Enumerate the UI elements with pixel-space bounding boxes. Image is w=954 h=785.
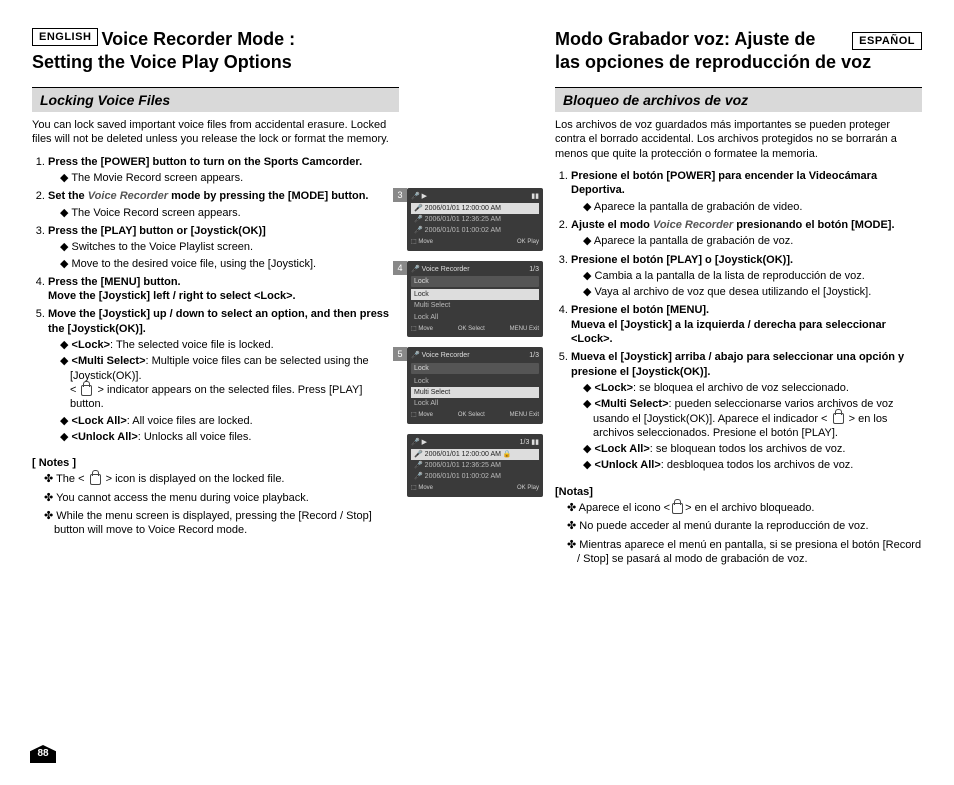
file-row: 🎤 2006/01/01 12:00:00 AM — [411, 203, 539, 214]
header-es: ESPAÑOL Modo Grabador voz: Ajuste de las… — [555, 28, 922, 73]
step3-en: Press the [PLAY] button or [Joystick(OK)… — [48, 225, 266, 237]
lang-badge-en: ENGLISH — [32, 28, 98, 46]
step1-es: Presione el botón [POWER] para encender … — [571, 170, 877, 196]
step5-es: Mueva el [Joystick] arriba / abajo para … — [571, 351, 904, 377]
step3b-en: Move to the desired voice file, using th… — [60, 257, 399, 271]
screen-3: 3 🎤 ▶▮▮ 🎤 2006/01/01 12:00:00 AM 🎤 2006/… — [407, 188, 543, 251]
menu-category: Lock — [411, 276, 539, 287]
step5c-es: <Lock All>: se bloquean todos los archiv… — [583, 442, 922, 456]
file-row: 🎤 2006/01/01 12:36:25 AM — [411, 214, 539, 225]
intro-es: Los archivos de voz guardados más import… — [555, 118, 922, 161]
lock-icon — [81, 385, 92, 396]
menu-option: Lock — [411, 289, 539, 300]
step2-es: Ajuste el modo Voice Recorder presionand… — [571, 219, 895, 231]
note3-en: While the menu screen is displayed, pres… — [44, 509, 399, 538]
note3-es: Mientras aparece el menú en pantalla, si… — [567, 538, 922, 567]
notes-heading-es: [Notas] — [555, 485, 922, 499]
screen-tag-3: 3 — [393, 188, 407, 202]
header-en: ENGLISH Voice Recorder Mode : Setting th… — [32, 28, 399, 73]
screen-tag-5: 5 — [393, 347, 407, 361]
step5a-en: <Lock>: The selected voice file is locke… — [60, 338, 399, 352]
step2a-es: Aparece la pantalla de grabación de voz. — [583, 234, 922, 248]
step2a-en: The Voice Record screen appears. — [60, 206, 399, 220]
lock-icon — [672, 503, 683, 514]
step5b-es: <Multi Select>: pueden seleccionarse var… — [583, 397, 922, 440]
note1-es: Aparece el icono <> en el archivo bloque… — [567, 501, 922, 515]
screenshots-column: 3 🎤 ▶▮▮ 🎤 2006/01/01 12:00:00 AM 🎤 2006/… — [407, 28, 547, 765]
screen-6: 🎤 ▶1/3 ▮▮ 🎤 2006/01/01 12:00:00 AM 🔒 🎤 2… — [407, 434, 543, 497]
subhead-en: Locking Voice Files — [32, 87, 399, 112]
step2-en: Set the Voice Recorder mode by pressing … — [48, 190, 368, 202]
menu-option: Lock All — [411, 312, 539, 323]
file-row: 🎤 2006/01/01 12:36:25 AM — [411, 460, 539, 471]
step3a-es: Cambia a la pantalla de la lista de repr… — [583, 269, 922, 283]
step1a-es: Aparece la pantalla de grabación de vide… — [583, 200, 922, 214]
lang-badge-es: ESPAÑOL — [852, 32, 922, 50]
title-es-line2: las opciones de reproducción de voz — [555, 51, 922, 74]
spanish-column: ESPAÑOL Modo Grabador voz: Ajuste de las… — [547, 28, 922, 765]
step3b-es: Vaya al archivo de voz que desea utiliza… — [583, 285, 922, 299]
screen-5: 5 🎤 Voice Recorder1/3 Lock Lock Multi Se… — [407, 347, 543, 423]
screen-4: 4 🎤 Voice Recorder1/3 Lock Lock Multi Se… — [407, 261, 543, 337]
title-en-line2: Setting the Voice Play Options — [32, 51, 399, 74]
file-row: 🎤 2006/01/01 12:00:00 AM 🔒 — [411, 449, 539, 460]
note2-es: No puede acceder al menú durante la repr… — [567, 519, 922, 533]
note2-en: You cannot access the menu during voice … — [44, 491, 399, 505]
title-en-line1: Voice Recorder Mode : — [101, 29, 295, 49]
lock-icon — [90, 474, 101, 485]
step1a-en: The Movie Record screen appears. — [60, 171, 399, 185]
step1-en: Press the [POWER] button to turn on the … — [48, 156, 362, 168]
subhead-es: Bloqueo de archivos de voz — [555, 87, 922, 112]
step4b-en: Move the [Joystick] left / right to sele… — [48, 290, 296, 302]
menu-category: Lock — [411, 363, 539, 374]
steps-en: Press the [POWER] button to turn on the … — [32, 155, 399, 448]
step3a-en: Switches to the Voice Playlist screen. — [60, 240, 399, 254]
intro-en: You can lock saved important voice files… — [32, 118, 399, 147]
step4-en: Press the [MENU] button. — [48, 276, 181, 288]
step5d-es: <Unlock All>: desbloquea todos los archi… — [583, 458, 922, 472]
menu-option: Lock — [411, 376, 539, 387]
note1-en: The < > icon is displayed on the locked … — [44, 472, 399, 486]
step4-es: Presione el botón [MENU]. — [571, 304, 709, 316]
step5d-en: <Unlock All>: Unlocks all voice files. — [60, 430, 399, 444]
lock-icon — [833, 413, 844, 424]
step3-es: Presione el botón [PLAY] o [Joystick(OK)… — [571, 254, 793, 266]
menu-option: Multi Select — [411, 387, 539, 398]
file-row: 🎤 2006/01/01 01:00:02 AM — [411, 471, 539, 482]
manual-page: ENGLISH Voice Recorder Mode : Setting th… — [0, 0, 954, 785]
menu-option: Lock All — [411, 398, 539, 409]
step5b-en: <Multi Select>: Multiple voice files can… — [60, 354, 399, 411]
step4b-es: Mueva el [Joystick] a la izquierda / der… — [571, 319, 886, 345]
step5-en: Move the [Joystick] up / down to select … — [48, 308, 389, 334]
english-column: ENGLISH Voice Recorder Mode : Setting th… — [32, 28, 407, 765]
step5a-es: <Lock>: se bloquea el archivo de voz sel… — [583, 381, 922, 395]
menu-option: Multi Select — [411, 300, 539, 311]
notes-heading-en: [ Notes ] — [32, 456, 399, 470]
file-row: 🎤 2006/01/01 01:00:02 AM — [411, 225, 539, 236]
screen-tag-4: 4 — [393, 261, 407, 275]
step5c-en: <Lock All>: All voice files are locked. — [60, 414, 399, 428]
steps-es: Presione el botón [POWER] para encender … — [555, 169, 922, 477]
